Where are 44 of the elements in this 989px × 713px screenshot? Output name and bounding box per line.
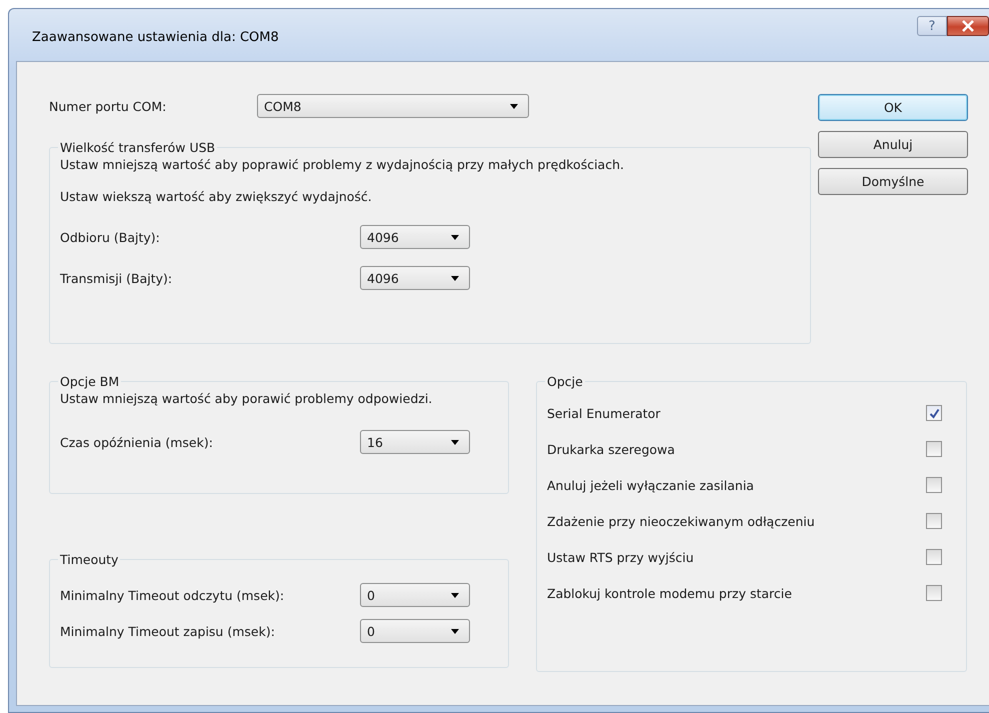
- caret-icon: [510, 104, 518, 108]
- caret-icon: [451, 276, 459, 280]
- checkbox[interactable]: [926, 441, 942, 457]
- timeout-dropdown[interactable]: 0: [360, 619, 470, 643]
- field-label: Numer portu COM:: [49, 98, 168, 114]
- dialog-button[interactable]: Domyślne: [818, 168, 968, 195]
- option-label: Zdażenie przy nieoczekiwanym odłączeniu: [547, 514, 815, 528]
- dialog-button[interactable]: Anuluj: [818, 131, 968, 158]
- hint-text: Ustaw mniejszą wartość aby poprawić problemy z wydajnością przy małych prędkościach.: [60, 157, 625, 172]
- checkbox[interactable]: [926, 513, 942, 529]
- option-label: Ustaw RTS przy wyjściu: [547, 550, 694, 564]
- option-label: Drukarka szeregowa: [547, 442, 675, 456]
- close-icon: [961, 20, 975, 32]
- checkbox[interactable]: [926, 477, 942, 493]
- option-label: Serial Enumerator: [547, 406, 660, 420]
- size-dropdown[interactable]: 4096: [360, 225, 470, 249]
- option-label: Anuluj jeżeli wyłączanie zasilania: [547, 478, 754, 492]
- caret-icon: [451, 592, 459, 598]
- field-label: Czas opóźnienia (msek):: [60, 434, 214, 450]
- timeout-dropdown[interactable]: 0: [360, 583, 470, 607]
- hint-text: Ustaw mniejszą wartość aby porawić problemy odpowiedzi.: [60, 391, 434, 406]
- checkbox[interactable]: [926, 585, 942, 601]
- checkbox[interactable]: [926, 405, 942, 421]
- checkbox[interactable]: [926, 549, 942, 565]
- caret-icon: [451, 628, 459, 634]
- close-button[interactable]: [947, 16, 989, 36]
- field-label: Minimalny Timeout zapisu (msek):: [60, 624, 276, 638]
- caret-icon: [451, 234, 459, 240]
- field-label: Transmisji (Bajty):: [60, 270, 174, 286]
- group-title: Timeouty: [59, 552, 120, 567]
- help-button[interactable]: ?: [917, 16, 947, 36]
- com-port-dropdown[interactable]: COM8: [257, 94, 529, 118]
- latency-dropdown[interactable]: 16: [360, 430, 470, 454]
- size-dropdown[interactable]: 4096: [360, 266, 470, 290]
- field-label: Minimalny Timeout odczytu (msek):: [60, 588, 286, 602]
- caret-icon: [451, 440, 459, 444]
- hint-text: Ustaw wiekszą wartość aby zwiększyć wydajność.: [60, 189, 373, 204]
- group-title: Opcje: [546, 374, 584, 389]
- group-title: Opcje BM: [59, 374, 120, 389]
- option-label: Zablokuj kontrole modemu przy starcie: [547, 586, 792, 600]
- dialog-button[interactable]: OK: [818, 94, 968, 121]
- window-title: Zaawansowane ustawienia dla: COM8: [32, 30, 279, 44]
- group-title: Wielkość transferów USB: [59, 140, 216, 155]
- field-label: Odbioru (Bajty):: [60, 230, 161, 244]
